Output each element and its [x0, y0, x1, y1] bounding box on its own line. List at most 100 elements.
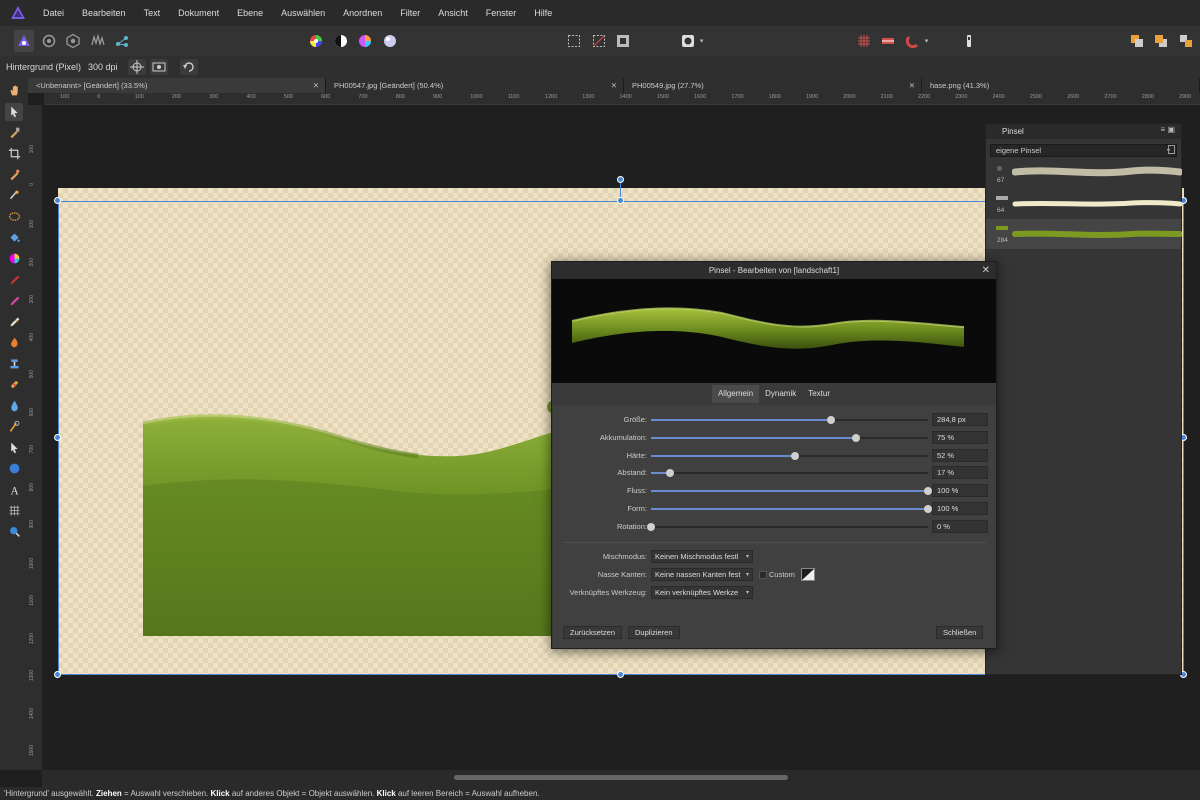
slider-value-field[interactable]: 284,8 px	[932, 413, 988, 426]
menu-item-fenster[interactable]: Fenster	[477, 8, 526, 18]
color-wheel-icon[interactable]	[306, 30, 326, 52]
close-icon[interactable]: ✕	[313, 78, 319, 93]
transform-handle[interactable]	[617, 671, 624, 678]
selection-brush-tool-icon[interactable]	[5, 166, 23, 184]
deselect-icon[interactable]	[589, 30, 609, 52]
reset-button[interactable]: Zurücksetzen	[563, 626, 623, 639]
menu-item-anordnen[interactable]: Anordnen	[334, 8, 391, 18]
arrange-front-icon[interactable]	[1176, 30, 1196, 52]
tab-document-2[interactable]: PH00547.jpg [Geändert] (50.4%) ✕	[326, 78, 624, 93]
menu-item-bearbeiten[interactable]: Bearbeiten	[73, 8, 135, 18]
tab-allgemein[interactable]: Allgemein	[711, 385, 760, 403]
tab-document-4[interactable]: hase.png (41.3%)	[922, 78, 1200, 93]
tab-document-1[interactable]: <Unbenannt> [Geändert] (33.5%) ✕	[28, 78, 326, 93]
clone-tool-icon[interactable]	[5, 355, 23, 373]
transform-handle[interactable]	[54, 434, 61, 441]
slider-handle[interactable]	[647, 522, 655, 531]
app-logo-icon[interactable]	[10, 5, 26, 21]
smudge-tool-icon[interactable]	[5, 418, 23, 436]
slider-handle[interactable]	[666, 469, 675, 478]
transform-handle[interactable]	[54, 197, 61, 204]
snapping-grid-icon[interactable]	[853, 30, 873, 52]
flood-fill-tool-icon[interactable]	[5, 229, 23, 247]
slider-value-field[interactable]: 17 %	[932, 466, 988, 480]
gradient-tool-icon[interactable]	[5, 250, 23, 268]
panel-list-icon[interactable]	[1168, 145, 1175, 154]
hand-tool-icon[interactable]	[5, 82, 23, 100]
wet-edges-select[interactable]: Keine nassen Kanten fest ▾	[651, 568, 753, 581]
liquify-persona-icon[interactable]	[38, 30, 58, 52]
zoom-tool-icon[interactable]	[5, 523, 23, 541]
slider-value-field[interactable]: 75 %	[932, 430, 988, 444]
menu-item-ansicht[interactable]: Ansicht	[429, 8, 477, 18]
tone-mapping-persona-icon[interactable]	[87, 30, 107, 52]
slider-handle[interactable]	[924, 487, 932, 496]
brush-item[interactable]: 64	[986, 189, 1182, 219]
healing-tool-icon[interactable]	[5, 376, 23, 394]
brush-category-select[interactable]: eigene Pinsel ▾	[990, 144, 1177, 157]
close-icon[interactable]: ✕	[611, 78, 617, 93]
menu-item-auswählen[interactable]: Auswählen	[272, 8, 334, 18]
tab-document-3[interactable]: PH00549.jpg (27.7%) ✕	[624, 78, 922, 93]
pen-tool-icon[interactable]	[5, 439, 23, 457]
color-balance-icon[interactable]	[355, 30, 375, 52]
linked-tool-select[interactable]: Kein verknüpftes Werkze ▾	[651, 586, 753, 599]
invert-selection-icon[interactable]	[613, 30, 633, 52]
arrange-forward-icon[interactable]	[1151, 30, 1171, 52]
crop-tool-icon[interactable]	[5, 145, 23, 163]
text-tool-icon[interactable]: A	[5, 481, 23, 499]
snapping-lines-icon[interactable]	[878, 30, 898, 52]
paint-brush-tool-icon[interactable]	[5, 271, 23, 289]
slider-track[interactable]	[651, 469, 928, 478]
assistant-icon[interactable]	[958, 30, 978, 52]
color-picker-tool-icon[interactable]	[5, 124, 23, 142]
erase-brush-tool-icon[interactable]	[5, 313, 23, 331]
menu-item-filter[interactable]: Filter	[391, 8, 429, 18]
panel-menu-icon[interactable]: ≡ ▣	[1161, 125, 1175, 134]
slider-value-field[interactable]: 100 %	[932, 484, 988, 498]
shape-tool-icon[interactable]	[5, 460, 23, 478]
custom-checkbox[interactable]	[759, 571, 767, 579]
wet-edge-curve-icon[interactable]	[801, 568, 815, 581]
close-icon[interactable]: ✕	[909, 78, 915, 93]
snapping-magnet-icon[interactable]	[902, 30, 922, 52]
export-persona-icon[interactable]	[112, 30, 132, 52]
slider-handle[interactable]	[791, 451, 800, 460]
snapping-dropdown-icon[interactable]: ▾	[925, 37, 929, 45]
dodge-tool-icon[interactable]	[5, 334, 23, 352]
transform-origin-icon[interactable]	[127, 59, 146, 75]
slider-handle[interactable]	[851, 433, 860, 442]
slider-track[interactable]	[647, 522, 928, 531]
develop-persona-icon[interactable]	[63, 30, 83, 52]
scrollbar-thumb[interactable]	[454, 775, 788, 780]
blend-mode-select[interactable]: Keinen Mischmodus festl ▾	[651, 550, 753, 563]
marquee-select-icon[interactable]	[564, 30, 584, 52]
duplicate-button[interactable]: Duplizieren	[628, 626, 680, 639]
panel-header[interactable]: Pinsel ≡ ▣	[986, 124, 1181, 139]
transform-handle[interactable]	[54, 671, 61, 678]
photo-persona-icon[interactable]	[14, 30, 35, 52]
slider-handle[interactable]	[924, 505, 932, 513]
transform-handle[interactable]	[617, 197, 624, 204]
rotate-icon[interactable]	[179, 59, 198, 75]
flood-select-tool-icon[interactable]	[5, 187, 23, 205]
mesh-warp-tool-icon[interactable]	[5, 502, 23, 520]
contrast-icon[interactable]	[331, 30, 351, 52]
horizontal-scrollbar[interactable]	[42, 770, 1200, 787]
close-icon[interactable]: ✕	[982, 262, 990, 279]
tab-dynamik[interactable]: Dynamik	[759, 385, 802, 403]
arrange-back-icon[interactable]	[1127, 30, 1147, 52]
menu-item-dokument[interactable]: Dokument	[169, 8, 228, 18]
slider-track[interactable]	[651, 416, 928, 424]
slider-track[interactable]	[651, 451, 928, 460]
slider-track[interactable]	[651, 505, 932, 513]
rotation-handle[interactable]	[617, 176, 624, 183]
slider-track[interactable]	[651, 433, 928, 442]
color-replacement-tool-icon[interactable]	[5, 292, 23, 310]
move-tool-icon[interactable]	[5, 102, 23, 121]
slider-value-field[interactable]: 52 %	[932, 448, 988, 462]
blur-tool-icon[interactable]	[5, 397, 23, 415]
show-handles-icon[interactable]	[149, 59, 168, 75]
marquee-tool-icon[interactable]	[5, 208, 23, 226]
quick-mask-dropdown-icon[interactable]: ▾	[700, 37, 704, 45]
